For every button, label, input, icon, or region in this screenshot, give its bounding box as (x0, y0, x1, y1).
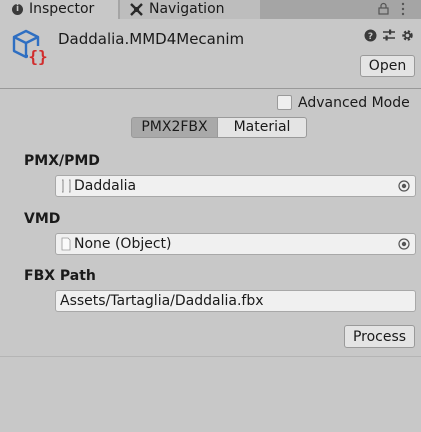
vmd-label: VMD (24, 211, 61, 227)
object-picker-icon[interactable] (398, 238, 410, 250)
inspector-header: {} Daddalia.MMD4Mecanim ? Open (0, 19, 421, 87)
navigation-icon (130, 3, 143, 16)
fbx-path-label: FBX Path (24, 268, 96, 284)
advanced-mode-checkbox[interactable] (277, 95, 292, 110)
process-button[interactable]: Process (344, 325, 415, 348)
tab-navigation[interactable]: Navigation (120, 0, 260, 19)
tab-material[interactable]: Material (217, 117, 307, 138)
help-icon[interactable]: ? (364, 29, 377, 42)
object-title: Daddalia.MMD4Mecanim (58, 30, 245, 48)
tab-bar: i Inspector Navigation (0, 0, 421, 19)
settings-icon[interactable] (401, 29, 414, 42)
fbx-path-input[interactable]: Assets/Tartaglia/Daddalia.fbx (55, 290, 416, 312)
fbx-path-value: Assets/Tartaglia/Daddalia.fbx (60, 293, 264, 309)
open-button[interactable]: Open (360, 55, 415, 77)
object-picker-icon[interactable] (398, 180, 410, 192)
asset-icon (62, 179, 71, 193)
info-icon: i (12, 4, 23, 15)
lock-icon[interactable] (378, 2, 389, 15)
document-icon (61, 237, 71, 251)
presets-icon[interactable] (382, 29, 396, 42)
script-object-icon: {} (12, 29, 48, 66)
vmd-field-value: None (Object) (74, 236, 172, 252)
header-icons: ? (364, 28, 414, 42)
pmx-field-value: Daddalia (74, 178, 137, 194)
svg-text:{}: {} (28, 47, 47, 66)
advanced-mode-label: Advanced Mode (298, 95, 410, 111)
bottom-divider (0, 356, 421, 357)
header-divider (0, 88, 421, 89)
tab-navigation-label: Navigation (149, 1, 225, 17)
svg-text:?: ? (368, 32, 373, 42)
tab-pmx2fbx[interactable]: PMX2FBX (131, 117, 218, 138)
pmx-label: PMX/PMD (24, 153, 100, 169)
tab-inspector[interactable]: i Inspector (0, 0, 118, 19)
vmd-object-field[interactable]: None (Object) (55, 233, 416, 255)
tab-inspector-label: Inspector (29, 1, 95, 17)
pmx-object-field[interactable]: Daddalia (55, 175, 416, 197)
more-options-icon[interactable] (400, 2, 406, 16)
